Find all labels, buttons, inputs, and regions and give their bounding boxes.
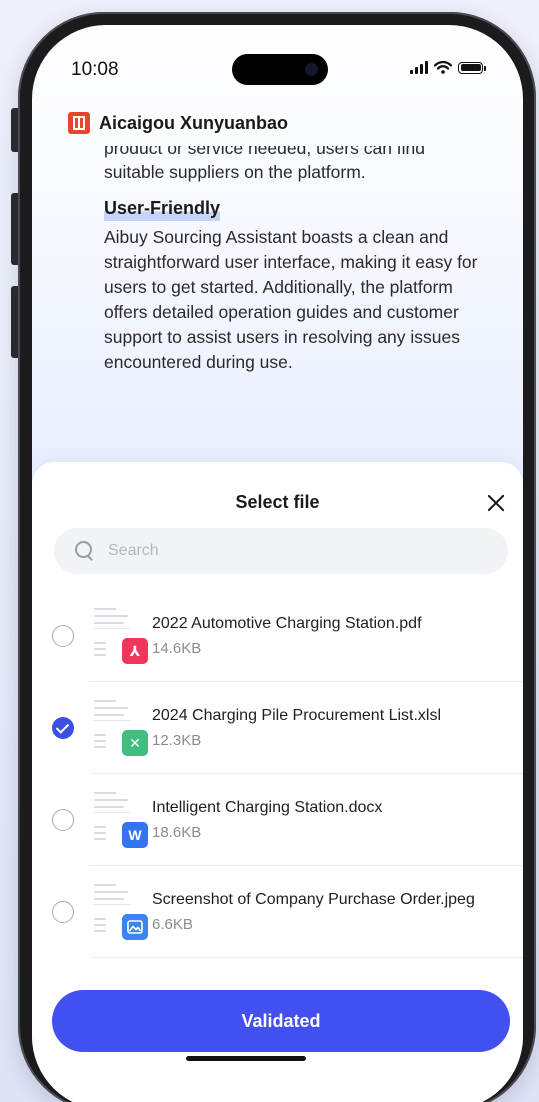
file-item[interactable]: W Intelligent Charging Station.docx 18.6…: [32, 774, 523, 866]
phone-frame: 10:08 Aicaigou Xunyuanbao product or ser…: [18, 12, 536, 1102]
status-bar: 10:08: [32, 25, 523, 95]
section-body: Aibuy Sourcing Assistant boasts a clean …: [104, 227, 478, 372]
file-radio[interactable]: [52, 809, 74, 831]
file-size: 18.6KB: [152, 824, 202, 841]
cellular-signal-icon: [410, 61, 428, 74]
file-name: Intelligent Charging Station.docx: [152, 799, 383, 816]
file-radio[interactable]: [52, 901, 74, 923]
validated-button[interactable]: Validated: [52, 990, 510, 1052]
excel-icon: ✕: [122, 730, 148, 756]
volume-down-button: [11, 286, 18, 358]
document-thumbnail: ⅄: [90, 604, 148, 664]
sheet-title: Select file: [235, 492, 320, 512]
file-item[interactable]: ✕ 2024 Charging Pile Procurement List.xl…: [32, 682, 523, 774]
search-icon: [74, 540, 96, 562]
document-thumbnail: [90, 880, 148, 940]
app-logo-icon: [68, 112, 90, 134]
wifi-icon: [434, 61, 452, 74]
divider: [90, 957, 523, 958]
file-size: 12.3KB: [152, 732, 202, 749]
action-button: [11, 108, 18, 152]
file-size: 6.6KB: [152, 916, 193, 933]
file-name: 2022 Automotive Charging Station.pdf: [152, 615, 422, 632]
section-heading: User-Friendly: [104, 196, 221, 221]
search-input[interactable]: [106, 541, 480, 561]
file-name: 2024 Charging Pile Procurement List.xlsl: [152, 707, 442, 724]
document-thumbnail: ✕: [90, 696, 148, 756]
article-content: product or service needed, users can fin…: [104, 146, 496, 375]
status-icons: [410, 61, 486, 74]
image-icon: [122, 914, 148, 940]
battery-icon: [458, 61, 486, 74]
search-bar[interactable]: [54, 528, 508, 574]
article-cut-line: product or service needed, users can fin…: [104, 146, 426, 158]
file-name: Screenshot of Company Purchase Order.jpe…: [152, 891, 475, 908]
file-item[interactable]: Screenshot of Company Purchase Order.jpe…: [32, 866, 523, 958]
volume-up-button: [11, 193, 18, 265]
app-title: Aicaigou Xunyuanbao: [99, 112, 289, 133]
select-file-sheet: Select file ⅄: [32, 462, 523, 1102]
close-icon[interactable]: [486, 493, 506, 513]
file-radio[interactable]: [52, 625, 74, 647]
pdf-icon: ⅄: [122, 638, 148, 664]
word-icon: W: [122, 822, 148, 848]
file-size: 14.6KB: [152, 640, 202, 657]
file-list: ⅄ 2022 Automotive Charging Station.pdf 1…: [32, 590, 523, 958]
phone-screen: 10:08 Aicaigou Xunyuanbao product or ser…: [32, 25, 523, 1102]
document-thumbnail: W: [90, 788, 148, 848]
file-item[interactable]: ⅄ 2022 Automotive Charging Station.pdf 1…: [32, 590, 523, 682]
app-header: Aicaigou Xunyuanbao: [68, 112, 288, 134]
article-line: suitable suppliers on the platform.: [104, 162, 366, 182]
home-indicator[interactable]: [186, 1056, 306, 1061]
status-time: 10:08: [71, 59, 119, 80]
file-radio-checked[interactable]: [52, 717, 74, 739]
dynamic-island: [232, 54, 328, 85]
camera-icon: [305, 63, 318, 76]
